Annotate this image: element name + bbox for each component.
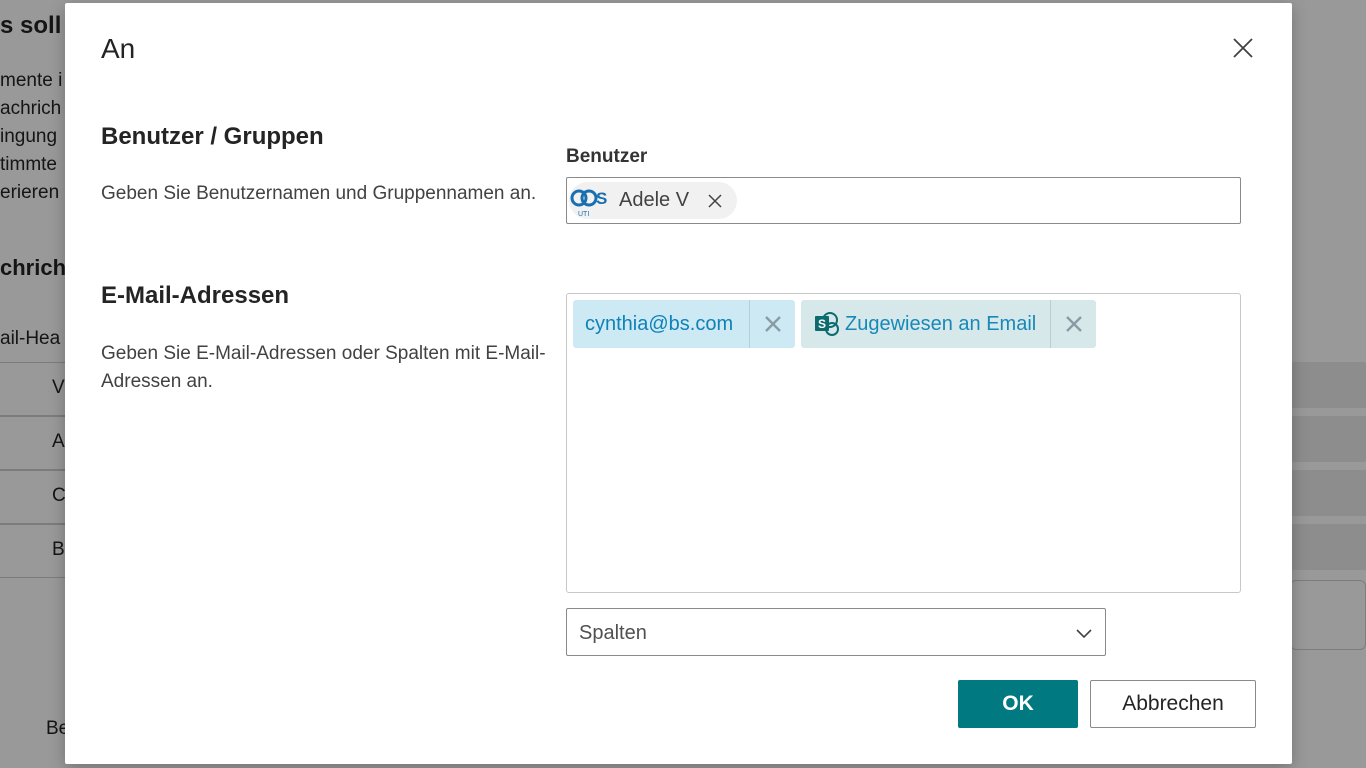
dialog-title: An <box>101 33 136 64</box>
columns-dropdown-placeholder: Spalten <box>579 622 647 644</box>
chevron-down-icon <box>1076 629 1092 639</box>
email-tag-label: cynthia@bs.com <box>585 312 734 335</box>
close-icon <box>1233 38 1253 58</box>
users-section-description: Geben Sie Benutzernamen und Gruppennamen… <box>101 183 537 204</box>
remove-column-tag-button[interactable] <box>1051 300 1096 348</box>
remove-user-icon[interactable] <box>707 193 723 209</box>
email-addresses-input[interactable]: cynthia@bs.com S Zugewiesen an Email <box>566 293 1241 593</box>
close-icon <box>1065 316 1082 332</box>
svg-text:S: S <box>596 189 607 208</box>
users-picker-input[interactable]: S UTI Adele V <box>566 177 1241 224</box>
users-field-label: Benutzer <box>566 146 648 167</box>
sharepoint-icon: S <box>815 312 839 336</box>
column-tag-label: Zugewiesen an Email <box>845 312 1037 335</box>
email-section-title: E-Mail-Adressen <box>101 282 290 309</box>
cancel-button[interactable]: Abbrechen <box>1090 680 1256 728</box>
to-recipients-dialog: An Benutzer / Gruppen Geben Sie Benutzer… <box>65 3 1292 764</box>
user-avatar-icon: S UTI <box>570 189 607 218</box>
close-button[interactable] <box>1228 33 1258 63</box>
svg-text:S: S <box>818 317 826 331</box>
selected-user-pill: S UTI Adele V <box>569 182 737 219</box>
users-section-title: Benutzer / Gruppen <box>101 123 324 150</box>
ok-button[interactable]: OK <box>958 680 1078 728</box>
svg-text:UTI: UTI <box>578 211 589 218</box>
column-tag-content: S Zugewiesen an Email <box>801 300 1050 348</box>
selected-user-name: Adele V <box>619 189 690 211</box>
remove-email-tag-button[interactable] <box>750 300 795 348</box>
close-icon <box>764 316 781 332</box>
columns-dropdown[interactable]: Spalten <box>566 608 1106 656</box>
email-tag: cynthia@bs.com <box>573 300 795 348</box>
column-tag: S Zugewiesen an Email <box>801 300 1096 348</box>
email-section-description: Geben Sie E-Mail-Adressen oder Spalten m… <box>101 343 546 392</box>
